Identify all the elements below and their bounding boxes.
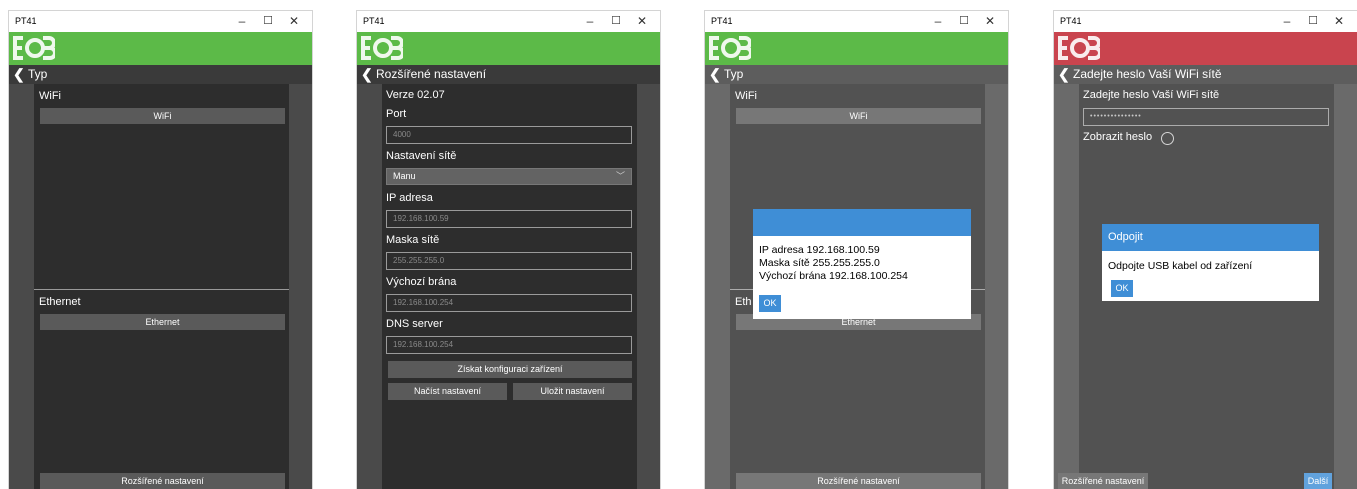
get-device-config-button[interactable]: Získat konfiguraci zařízení — [388, 361, 632, 378]
title-bar: PT41 – ☐ ✕ — [357, 11, 660, 31]
close-button[interactable]: ✕ — [1327, 13, 1351, 29]
dialog-message: Odpojte USB kabel od zařízení — [1108, 260, 1253, 272]
ethernet-label: Ethernet — [39, 296, 81, 308]
info-dialog: IP adresa 192.168.100.59 Maska sítě 255.… — [753, 209, 971, 319]
minimize-button[interactable]: – — [578, 13, 602, 29]
window-title: PT41 — [363, 16, 385, 26]
maximize-button[interactable]: ☐ — [604, 13, 628, 29]
dialog-mask-line: Maska sítě 255.255.255.0 — [759, 257, 880, 269]
load-settings-button[interactable]: Načíst nastavení — [388, 383, 507, 400]
window-title: PT41 — [711, 16, 733, 26]
window-typ: PT41 – ☐ ✕ ❮ Typ WiFi WiFi Ethernet Ethe… — [8, 10, 313, 489]
window-advanced-settings: PT41 – ☐ ✕ ❮ Rozšířené nastavení Verze 0… — [356, 10, 661, 489]
ok-button[interactable]: OK — [759, 295, 781, 312]
eob-logo — [361, 36, 403, 60]
divider — [34, 289, 289, 290]
network-settings-label: Nastavení sítě — [386, 150, 457, 162]
title-bar: PT41 – ☐ ✕ — [1054, 11, 1357, 31]
dns-label: DNS server — [386, 318, 443, 330]
chevron-down-icon: ﹀ — [615, 171, 625, 181]
eob-logo — [1058, 36, 1100, 60]
title-bar: PT41 – ☐ ✕ — [705, 11, 1008, 31]
window-typ-dialog: PT41 – ☐ ✕ ❮ Typ WiFi WiFi Eth Ethernet … — [704, 10, 1009, 489]
content-area: WiFi WiFi Ethernet Ethernet Rozšířené na… — [9, 84, 312, 489]
close-button[interactable]: ✕ — [282, 13, 306, 29]
content-panel: Verze 02.07 Port 4000 Nastavení sítě Man… — [382, 84, 637, 489]
nav-bar: ❮ Typ — [9, 65, 312, 84]
dialog-ip-line: IP adresa 192.168.100.59 — [759, 244, 880, 256]
back-arrow-icon[interactable]: ❮ — [13, 67, 25, 82]
app-header — [357, 32, 660, 65]
advanced-settings-button[interactable]: Rozšířené nastavení — [40, 473, 285, 489]
subnet-mask-input[interactable]: 255.255.255.0 — [386, 252, 632, 270]
dialog-header — [753, 209, 971, 236]
minimize-button[interactable]: – — [1275, 13, 1299, 29]
nav-bar: ❮ Rozšířené nastavení — [357, 65, 660, 84]
port-label: Port — [386, 108, 407, 120]
save-settings-button[interactable]: Uložit nastavení — [513, 383, 632, 400]
ip-address-label: IP adresa — [386, 192, 433, 204]
back-arrow-icon[interactable]: ❮ — [361, 67, 373, 82]
version-text: Verze 02.07 — [386, 89, 445, 101]
gateway-label: Výchozí brána — [386, 276, 457, 288]
app-header — [9, 32, 312, 65]
dialog-title: Odpojit — [1102, 224, 1319, 251]
ethernet-button[interactable]: Ethernet — [40, 314, 285, 330]
subnet-mask-label: Maska sítě — [386, 234, 440, 246]
close-button[interactable]: ✕ — [978, 13, 1002, 29]
dns-input[interactable]: 192.168.100.254 — [386, 336, 632, 354]
eob-logo — [13, 36, 55, 60]
window-title: PT41 — [15, 16, 37, 26]
maximize-button[interactable]: ☐ — [952, 13, 976, 29]
window-wifi-password: PT41 – ☐ ✕ ❮ Zadejte heslo Vaší WiFi sít… — [1053, 10, 1357, 489]
minimize-button[interactable]: – — [926, 13, 950, 29]
disconnect-dialog: Odpojit Odpojte USB kabel od zařízení OK — [1102, 224, 1319, 301]
wifi-button[interactable]: WiFi — [40, 108, 285, 124]
close-button[interactable]: ✕ — [630, 13, 654, 29]
minimize-button[interactable]: – — [230, 13, 254, 29]
page-title: Typ — [28, 67, 48, 81]
port-input[interactable]: 4000 — [386, 126, 632, 144]
page-title: Rozšířené nastavení — [376, 67, 487, 81]
maximize-button[interactable]: ☐ — [256, 13, 280, 29]
title-bar: PT41 – ☐ ✕ — [9, 11, 312, 31]
network-mode-value: Manu — [393, 171, 416, 181]
gateway-input[interactable]: 192.168.100.254 — [386, 294, 632, 312]
content-panel: WiFi WiFi Ethernet Ethernet Rozšířené na… — [34, 84, 289, 489]
window-title: PT41 — [1060, 16, 1082, 26]
dialog-gateway-line: Výchozí brána 192.168.100.254 — [759, 270, 908, 282]
wifi-label: WiFi — [39, 90, 61, 102]
content-area: Verze 02.07 Port 4000 Nastavení sítě Man… — [357, 84, 660, 489]
app-header — [1054, 32, 1357, 65]
eob-logo — [709, 36, 751, 60]
ip-address-input[interactable]: 192.168.100.59 — [386, 210, 632, 228]
ok-button[interactable]: OK — [1111, 280, 1133, 297]
network-mode-select[interactable]: Manu ﹀ — [386, 168, 632, 185]
app-header — [705, 32, 1008, 65]
maximize-button[interactable]: ☐ — [1301, 13, 1325, 29]
